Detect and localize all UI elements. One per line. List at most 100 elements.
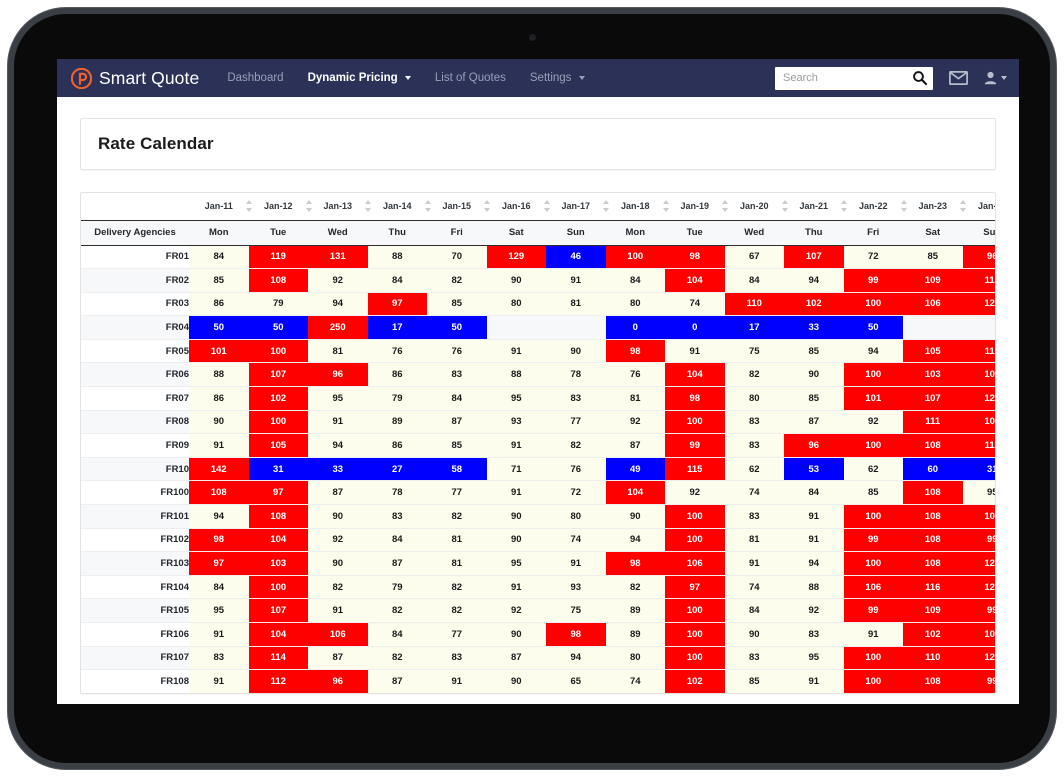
rate-cell[interactable]: 100	[665, 410, 725, 435]
rate-cell[interactable]: 114	[248, 646, 308, 671]
rate-cell[interactable]: 109	[962, 622, 995, 647]
user-menu-icon[interactable]	[984, 71, 1007, 85]
rate-cell[interactable]: 84	[784, 480, 844, 506]
rate-cell[interactable]: 123	[962, 646, 995, 671]
rate-cell[interactable]: 119	[962, 339, 995, 364]
rate-cell[interactable]: 62	[724, 457, 784, 482]
rate-cell[interactable]: 74	[665, 292, 725, 317]
rate-cell[interactable]: 97	[189, 551, 249, 576]
rate-cell[interactable]: 86	[367, 362, 427, 388]
rate-cell[interactable]: 89	[605, 622, 665, 647]
rate-cell[interactable]: 95	[308, 386, 368, 411]
date-header-jan-17[interactable]: Jan-17	[546, 193, 609, 220]
date-header-jan-23[interactable]: Jan-23	[903, 193, 966, 220]
rate-cell[interactable]: 100	[665, 622, 725, 647]
rate-cell[interactable]: 86	[189, 386, 249, 411]
rate-cell[interactable]: 31	[248, 457, 308, 482]
rate-cell[interactable]: 100	[843, 551, 903, 576]
rate-cell[interactable]: 87	[427, 410, 487, 435]
rate-cell[interactable]: 88	[367, 245, 427, 270]
rate-cell[interactable]: 94	[784, 268, 844, 293]
rate-cell[interactable]: 97	[248, 480, 308, 506]
rate-cell[interactable]: 17	[724, 315, 784, 340]
rate-cell[interactable]: 91	[308, 598, 368, 623]
rate-cell[interactable]: 79	[367, 386, 427, 411]
rate-cell[interactable]: 101	[843, 386, 903, 411]
rate-cell[interactable]: 92	[308, 528, 368, 553]
rate-cell[interactable]: 50	[248, 315, 308, 340]
rate-cell[interactable]: 76	[605, 362, 665, 388]
rate-cell[interactable]: 91	[189, 669, 249, 694]
rate-cell[interactable]: 91	[486, 480, 546, 506]
rate-cell[interactable]	[962, 315, 995, 340]
rate-cell[interactable]: 90	[724, 622, 784, 647]
rate-cell[interactable]: 91	[486, 575, 546, 600]
nav-item-list-of-quotes[interactable]: List of Quotes	[423, 66, 518, 90]
rate-cell[interactable]: 99	[665, 433, 725, 458]
date-header-jan-16[interactable]: Jan-16	[487, 193, 550, 220]
rate-cell[interactable]: 106	[308, 622, 368, 647]
rate-cell[interactable]: 81	[308, 339, 368, 364]
rate-cell[interactable]: 116	[903, 575, 963, 600]
rate-cell[interactable]: 87	[308, 480, 368, 506]
date-header-jan-22[interactable]: Jan-22	[844, 193, 907, 220]
rate-cell[interactable]: 81	[605, 386, 665, 411]
rate-cell[interactable]: 129	[962, 292, 995, 317]
rate-cell[interactable]: 100	[843, 292, 903, 317]
rate-cell[interactable]: 100	[665, 528, 725, 553]
rate-cell[interactable]: 88	[486, 362, 546, 388]
rate-cell[interactable]: 75	[724, 339, 784, 364]
rate-cell[interactable]: 84	[724, 598, 784, 623]
rate-cell[interactable]: 83	[724, 504, 784, 529]
rate-cell[interactable]: 98	[665, 386, 725, 411]
search-box[interactable]	[775, 66, 933, 90]
rate-cell[interactable]: 78	[367, 480, 427, 506]
rate-cell[interactable]: 81	[546, 292, 606, 317]
rate-cell[interactable]: 100	[843, 362, 903, 388]
rate-cell[interactable]: 89	[367, 410, 427, 435]
rate-cell[interactable]: 98	[546, 622, 606, 647]
rate-cell[interactable]: 77	[427, 480, 487, 506]
search-icon[interactable]	[912, 70, 928, 86]
rate-cell[interactable]: 99	[843, 528, 903, 553]
rate-cell[interactable]: 79	[248, 292, 308, 317]
date-header-jan-12[interactable]: Jan-12	[249, 193, 312, 220]
rate-cell[interactable]: 91	[546, 551, 606, 576]
rate-cell[interactable]: 91	[189, 433, 249, 458]
rate-cell[interactable]: 100	[665, 598, 725, 623]
rate-cell[interactable]: 100	[843, 504, 903, 529]
nav-item-dashboard[interactable]: Dashboard	[215, 66, 295, 90]
rate-cell[interactable]: 85	[784, 339, 844, 364]
rate-cell[interactable]: 100	[605, 245, 665, 270]
rate-cell[interactable]: 100	[665, 504, 725, 529]
rate-cell[interactable]: 83	[427, 362, 487, 388]
rate-cell[interactable]: 99	[962, 669, 995, 694]
rate-cell[interactable]: 100	[248, 339, 308, 364]
rate-cell[interactable]: 81	[724, 528, 784, 553]
rate-cell[interactable]: 75	[546, 598, 606, 623]
rate-cell[interactable]: 72	[546, 480, 606, 506]
rate-cell[interactable]: 80	[546, 504, 606, 529]
rate-cell[interactable]: 67	[724, 245, 784, 270]
rate-cell[interactable]: 80	[486, 292, 546, 317]
rate-cell[interactable]: 90	[486, 268, 546, 293]
rate-cell[interactable]: 82	[546, 433, 606, 458]
rate-cell[interactable]: 85	[427, 433, 487, 458]
rate-cell[interactable]: 89	[605, 598, 665, 623]
rate-cell[interactable]: 83	[724, 433, 784, 458]
rate-cell[interactable]: 94	[546, 646, 606, 671]
rate-cell[interactable]: 82	[427, 268, 487, 293]
rate-cell[interactable]: 87	[367, 551, 427, 576]
rate-cell[interactable]: 33	[784, 315, 844, 340]
rate-cell[interactable]: 84	[189, 245, 249, 270]
rate-cell[interactable]: 94	[308, 433, 368, 458]
rate-cell[interactable]: 58	[427, 457, 487, 482]
rate-cell[interactable]: 94	[784, 551, 844, 576]
rate-cell[interactable]: 83	[189, 646, 249, 671]
envelope-icon[interactable]	[949, 71, 968, 85]
rate-cell[interactable]: 110	[903, 646, 963, 671]
rate-cell[interactable]: 60	[903, 457, 963, 482]
rate-cell[interactable]: 85	[784, 386, 844, 411]
rate-cell[interactable]: 87	[308, 646, 368, 671]
rate-cell[interactable]: 50	[427, 315, 487, 340]
